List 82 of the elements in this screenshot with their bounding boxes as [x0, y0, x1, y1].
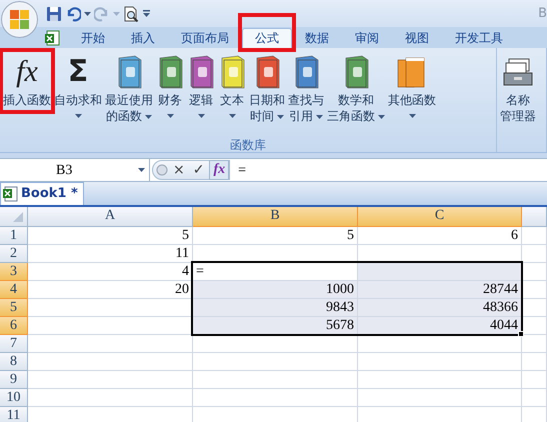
ribbon-button[interactable]: 财务 — [155, 52, 185, 118]
row-header[interactable]: 4 — [0, 281, 28, 299]
ribbon-tab[interactable]: 页面布局 — [168, 28, 242, 48]
print-preview-icon[interactable] — [123, 6, 139, 22]
ribbon-button[interactable]: Σ 自动求和 — [53, 52, 103, 118]
table-cell — [522, 389, 547, 407]
window-title: B — [538, 4, 547, 23]
table-cell: 1000 — [193, 281, 358, 299]
group-label: 函数库 — [229, 137, 267, 152]
ribbon-tab[interactable]: 开始 — [68, 28, 118, 48]
customize-toolbar-icon[interactable] — [142, 10, 151, 18]
caret-icon — [138, 168, 145, 172]
row-header[interactable]: 10 — [0, 389, 28, 407]
table-cell — [522, 263, 547, 281]
caret-icon — [228, 114, 236, 118]
table-cell: 5 — [193, 227, 358, 245]
row-header[interactable]: 9 — [0, 371, 28, 389]
caret-icon — [166, 114, 174, 118]
row-header[interactable]: 5 — [0, 299, 28, 317]
caret-icon — [198, 114, 204, 118]
ribbon-button[interactable]: 最近使用 的函数 — [104, 52, 154, 124]
ribbon-button[interactable]: 日期和 时间 — [248, 52, 286, 124]
table-cell — [522, 299, 547, 317]
workbook-tab[interactable]: Book1 * — [0, 182, 84, 205]
table-cell — [522, 245, 547, 263]
ribbon-tab[interactable]: 公式 — [242, 28, 292, 48]
column-header[interactable]: A — [28, 207, 193, 227]
caret-icon — [145, 114, 152, 119]
table-cell — [522, 281, 547, 299]
table-cell: 28744 — [358, 281, 522, 299]
table-cell: 48366 — [358, 299, 522, 317]
ribbon-tab[interactable]: 审阅 — [342, 28, 392, 48]
row-header[interactable]: 1 — [0, 227, 28, 245]
caret-icon — [113, 12, 120, 16]
function-icon: fx — [16, 55, 38, 89]
row-header[interactable]: 6 — [0, 317, 28, 335]
row-header[interactable]: 11 — [0, 407, 28, 422]
table-cell: 5 — [28, 227, 193, 245]
fill-handle[interactable] — [518, 331, 524, 337]
ribbon-button[interactable]: 逻辑 — [186, 52, 216, 118]
table-cell: 11 — [28, 245, 193, 263]
caret-icon — [316, 114, 323, 119]
row-header[interactable]: 8 — [0, 353, 28, 371]
save-icon[interactable] — [46, 6, 62, 22]
ribbon-tab[interactable]: 开发工具 — [442, 28, 516, 48]
column-header[interactable]: C — [358, 207, 522, 227]
table-cell: 4 — [28, 263, 193, 281]
redo-icon — [94, 6, 110, 22]
ribbon-tab[interactable]: 视图 — [392, 28, 442, 48]
ribbon-button[interactable]: 数学和 三角函数 — [326, 52, 386, 124]
table-cell: 6 — [358, 227, 522, 245]
caret-icon — [74, 114, 82, 118]
table-cell: 5678 — [193, 317, 358, 335]
ribbon-button[interactable]: 名称 管理器 — [499, 52, 537, 124]
insert-function-button[interactable]: fx — [209, 160, 230, 180]
caret-icon — [378, 114, 385, 119]
ribbon-button[interactable]: 文本 — [217, 52, 247, 118]
enter-button[interactable]: ✓ — [190, 161, 208, 179]
table-cell — [522, 227, 547, 245]
workbook-icon — [2, 186, 18, 202]
ribbon-button[interactable]: 查找与 引用 — [287, 52, 325, 124]
table-cell — [522, 353, 547, 371]
caret-icon — [408, 114, 416, 118]
ribbon-tab[interactable]: 插入 — [118, 28, 168, 48]
table-cell: 9843 — [193, 299, 358, 317]
excel-icon — [44, 30, 60, 46]
caret-icon — [277, 114, 284, 119]
caret-icon[interactable] — [84, 12, 91, 16]
table-cell — [522, 371, 547, 389]
cancel-button[interactable]: × — [170, 161, 188, 179]
sum-icon: Σ — [68, 55, 88, 89]
name-box[interactable]: B3 — [0, 159, 150, 181]
table-cell: 4044 — [358, 317, 522, 335]
row-header[interactable]: 3 — [0, 263, 28, 281]
row-header[interactable]: 7 — [0, 335, 28, 353]
undo-icon[interactable] — [65, 6, 81, 22]
column-header[interactable]: B — [193, 207, 358, 227]
grip-icon — [156, 164, 168, 176]
ribbon-button[interactable]: fx 插入函数 — [2, 52, 52, 108]
row-header[interactable]: 2 — [0, 245, 28, 263]
ribbon-button[interactable]: 其他函数 — [387, 52, 437, 118]
ribbon-tab[interactable]: 数据 — [292, 28, 342, 48]
